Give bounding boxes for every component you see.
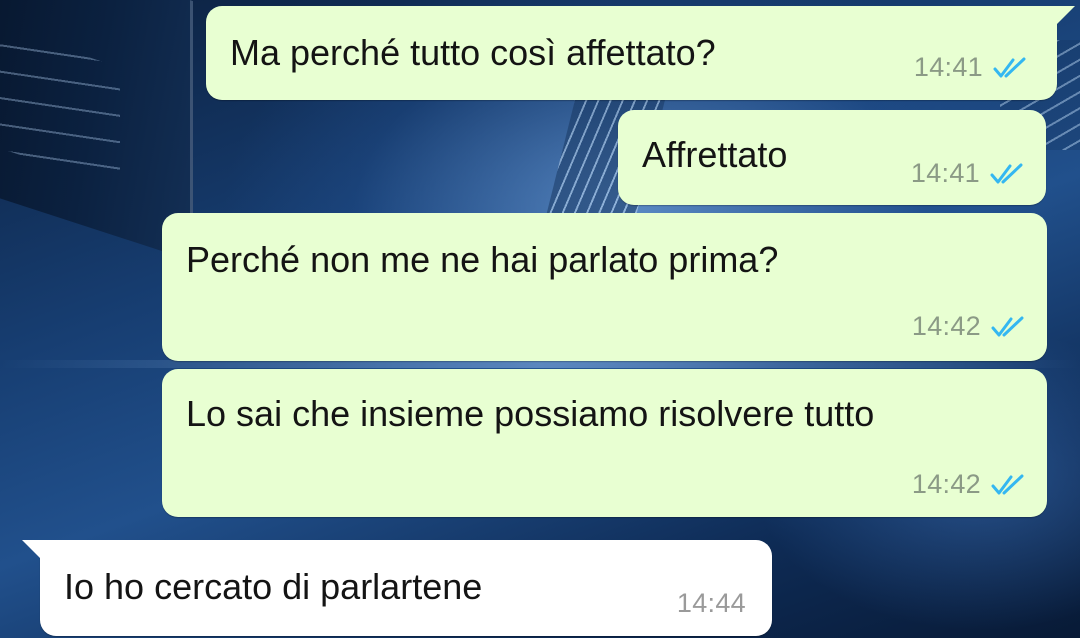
double-check-read-icon: [991, 474, 1024, 494]
message-text: Lo sai che insieme possiamo risolvere tu…: [186, 393, 875, 434]
message-time: 14:42: [911, 469, 981, 499]
message-meta: 14:44: [677, 588, 746, 619]
message-time: 14:44: [676, 588, 746, 618]
message-meta: 14:42: [912, 469, 1027, 500]
outgoing-message[interactable]: Ma perché tutto così affettato? 14:41: [206, 6, 1075, 100]
double-check-read-icon: [991, 316, 1024, 336]
message-text: Affrettato: [642, 134, 788, 175]
message-text: Io ho cercato di parlartene: [64, 566, 483, 607]
double-check-read-icon: [993, 57, 1026, 77]
message-time: 14:41: [910, 158, 980, 188]
message-meta: 14:41: [914, 52, 1029, 83]
outgoing-message[interactable]: Affrettato 14:41: [618, 110, 1046, 205]
incoming-message[interactable]: Io ho cercato di parlartene 14:44: [22, 540, 772, 636]
wallpaper-light-streak: [0, 360, 1080, 368]
outgoing-message[interactable]: Lo sai che insieme possiamo risolvere tu…: [162, 369, 1047, 517]
message-meta: 14:41: [911, 158, 1026, 189]
double-check-read-icon: [990, 163, 1023, 183]
message-time: 14:42: [911, 311, 981, 341]
message-meta: 14:42: [912, 311, 1027, 342]
message-text: Perché non me ne hai parlato prima?: [186, 239, 779, 280]
outgoing-message[interactable]: Perché non me ne hai parlato prima? 14:4…: [162, 213, 1047, 361]
message-time: 14:41: [913, 52, 983, 82]
message-text: Ma perché tutto così affettato?: [230, 32, 716, 73]
